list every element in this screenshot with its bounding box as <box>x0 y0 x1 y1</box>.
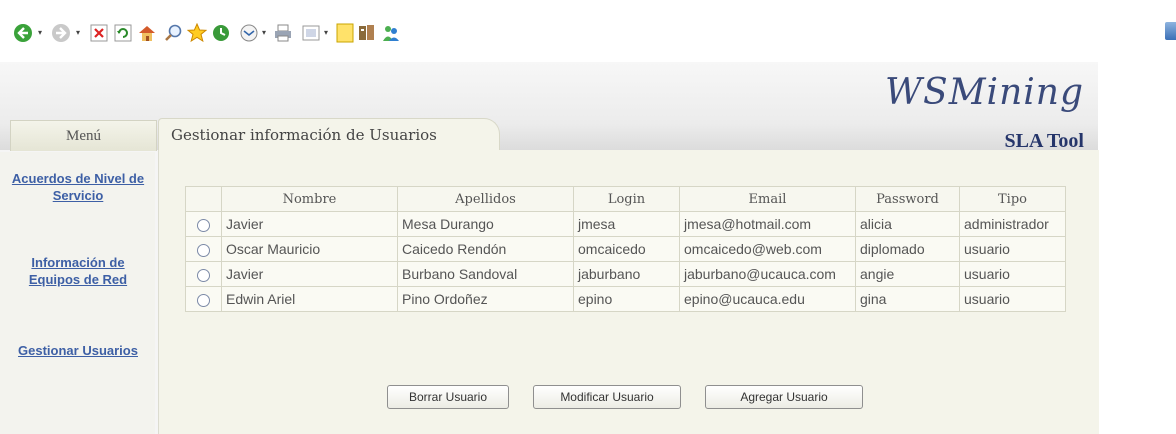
add-user-button[interactable]: Agregar Usuario <box>705 385 863 409</box>
sidebar: Acuerdos de Nivel de Servicio Informació… <box>0 152 155 434</box>
content-panel: Nombre Apellidos Login Email Password Ti… <box>158 150 1099 434</box>
edit-icon[interactable] <box>300 22 322 44</box>
search-icon[interactable] <box>162 22 184 44</box>
history-icon[interactable] <box>210 22 232 44</box>
column-header-email: Email <box>679 186 856 212</box>
stop-icon[interactable] <box>88 22 110 44</box>
table-row: Edwin Ariel Pino Ordoñez epino epino@uca… <box>185 286 1066 312</box>
edit-dropdown-icon[interactable]: ▾ <box>322 28 330 38</box>
row-select-cell <box>185 211 222 237</box>
table-row: Javier Mesa Durango jmesa jmesa@hotmail.… <box>185 211 1066 237</box>
column-header-select <box>185 186 222 212</box>
row-radio[interactable] <box>197 218 210 232</box>
menu-tab: Menú <box>10 120 157 151</box>
row-select-cell <box>185 236 222 262</box>
refresh-icon[interactable] <box>112 22 134 44</box>
research-icon[interactable] <box>356 22 378 44</box>
sidebar-item-equipos[interactable]: Información de Equipos de Red <box>8 254 148 288</box>
cell-email: epino@ucauca.edu <box>679 286 856 312</box>
cell-password: gina <box>855 286 960 312</box>
cell-nombre: Javier <box>221 261 398 287</box>
print-icon[interactable] <box>272 22 294 44</box>
window-edge-icon <box>1165 22 1176 40</box>
table-row: Javier Burbano Sandoval jaburbano jaburb… <box>185 261 1066 287</box>
cell-tipo: administrador <box>959 211 1066 237</box>
modify-user-button[interactable]: Modificar Usuario <box>533 385 681 409</box>
row-select-cell <box>185 286 222 312</box>
app-window: WSMining SLA Tool Menú Gestionar informa… <box>0 62 1099 434</box>
forward-icon[interactable] <box>50 22 72 44</box>
forward-dropdown-icon[interactable]: ▾ <box>74 28 82 38</box>
cell-apellidos: Mesa Durango <box>397 211 574 237</box>
cell-tipo: usuario <box>959 286 1066 312</box>
home-icon[interactable] <box>136 22 158 44</box>
mail-icon[interactable] <box>238 22 260 44</box>
notes-icon[interactable] <box>334 22 356 44</box>
messenger-icon[interactable] <box>380 22 402 44</box>
cell-email: omcaicedo@web.com <box>679 236 856 262</box>
cell-login: jmesa <box>573 211 680 237</box>
column-header-password: Password <box>855 186 960 212</box>
users-table: Nombre Apellidos Login Email Password Ti… <box>185 186 1066 312</box>
cell-apellidos: Caicedo Rendón <box>397 236 574 262</box>
cell-nombre: Javier <box>221 211 398 237</box>
row-radio[interactable] <box>197 268 210 282</box>
header-band: WSMining SLA Tool Menú Gestionar informa… <box>0 62 1098 152</box>
back-dropdown-icon[interactable]: ▾ <box>36 28 44 38</box>
brand-title: WSMining <box>885 72 1084 113</box>
row-select-cell <box>185 261 222 287</box>
cell-password: alicia <box>855 211 960 237</box>
sidebar-item-acuerdos[interactable]: Acuerdos de Nivel de Servicio <box>8 170 148 204</box>
cell-login: jaburbano <box>573 261 680 287</box>
cell-password: angie <box>855 261 960 287</box>
column-header-nombre: Nombre <box>221 186 398 212</box>
table-header-row: Nombre Apellidos Login Email Password Ti… <box>185 186 1066 212</box>
column-header-apellidos: Apellidos <box>397 186 574 212</box>
mail-dropdown-icon[interactable]: ▾ <box>260 28 268 38</box>
cell-tipo: usuario <box>959 236 1066 262</box>
row-radio[interactable] <box>197 293 210 307</box>
tab-gestionar-usuarios[interactable]: Gestionar información de Usuarios <box>158 118 500 150</box>
sidebar-item-usuarios[interactable]: Gestionar Usuarios <box>8 342 148 359</box>
cell-apellidos: Pino Ordoñez <box>397 286 574 312</box>
column-header-tipo: Tipo <box>959 186 1066 212</box>
cell-password: diplomado <box>855 236 960 262</box>
column-header-login: Login <box>573 186 680 212</box>
cell-nombre: Oscar Mauricio <box>221 236 398 262</box>
browser-toolbar: ▾ ▾ ▾ ▾ <box>0 0 1176 62</box>
cell-nombre: Edwin Ariel <box>221 286 398 312</box>
row-radio[interactable] <box>197 243 210 257</box>
cell-login: epino <box>573 286 680 312</box>
table-row: Oscar Mauricio Caicedo Rendón omcaicedo … <box>185 236 1066 262</box>
cell-email: jmesa@hotmail.com <box>679 211 856 237</box>
cell-tipo: usuario <box>959 261 1066 287</box>
delete-user-button[interactable]: Borrar Usuario <box>387 385 509 409</box>
cell-login: omcaicedo <box>573 236 680 262</box>
favorites-icon[interactable] <box>186 22 208 44</box>
cell-email: jaburbano@ucauca.com <box>679 261 856 287</box>
cell-apellidos: Burbano Sandoval <box>397 261 574 287</box>
back-icon[interactable] <box>12 22 34 44</box>
